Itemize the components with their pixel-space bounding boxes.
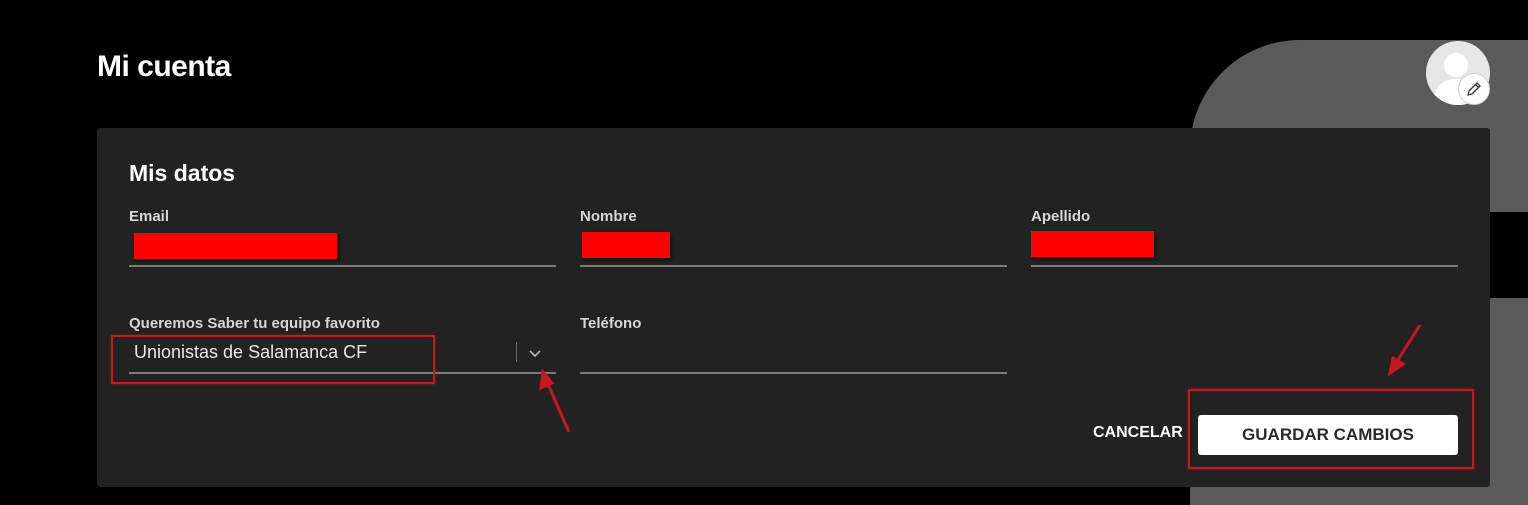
annotation-highlight [1188,389,1474,469]
account-page: Mi cuenta Mis datos Email Nombre Apellid… [0,0,1528,505]
avatar-edit-button[interactable] [1458,73,1490,105]
apellido-field[interactable] [1031,265,1458,267]
email-redaction [134,233,337,259]
card-title: Mis datos [129,160,236,186]
phone-label: Teléfono [580,315,642,332]
email-label: Email [129,208,170,225]
cancel-button[interactable]: CANCELAR [1093,424,1183,442]
select-divider [516,342,517,362]
apellido-label: Apellido [1031,208,1091,225]
page-title: Mi cuenta [97,50,231,83]
chevron-down-icon[interactable] [527,345,543,361]
phone-field[interactable] [580,372,1007,374]
apellido-redaction [1031,231,1154,257]
annotation-highlight [111,335,435,384]
pencil-icon [1467,82,1481,96]
nombre-field[interactable] [580,265,1007,267]
email-field[interactable] [129,265,556,267]
nombre-label: Nombre [580,208,637,225]
team-label: Queremos Saber tu equipo favorito [129,315,380,332]
nombre-redaction [582,232,670,258]
